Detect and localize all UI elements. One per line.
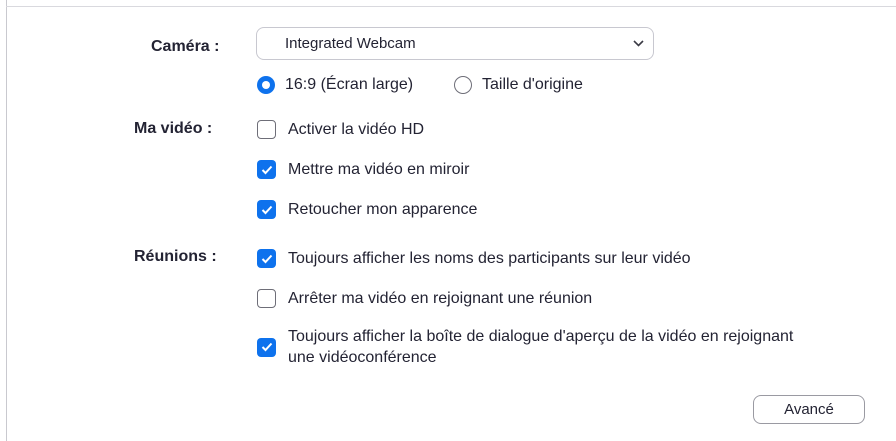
touch-up-checkbox[interactable] (257, 200, 276, 219)
preview-dialog-checkbox[interactable] (257, 337, 276, 357)
stop-video-on-join-label: Arrêter ma vidéo en rejoignant une réuni… (288, 289, 593, 307)
aspect-original-label: Taille d'origine (482, 76, 583, 93)
stop-video-on-join-option[interactable]: Arrêter ma vidéo en rejoignant une réuni… (257, 289, 592, 308)
hd-video-label: Activer la vidéo HD (288, 120, 425, 138)
camera-select-value: Integrated Webcam (285, 35, 416, 52)
show-names-checkbox[interactable] (257, 249, 276, 268)
window-left-border (6, 0, 7, 441)
radio-unselected-icon[interactable] (454, 76, 472, 94)
window-top-border (6, 6, 896, 7)
preview-dialog-label-line2: une vidéoconférence (288, 349, 437, 366)
mirror-video-option[interactable]: Mettre ma vidéo en miroir (257, 160, 469, 179)
chevron-down-icon (623, 40, 653, 47)
stop-video-on-join-checkbox[interactable] (257, 289, 276, 308)
mirror-video-label: Mettre ma vidéo en miroir (288, 160, 470, 178)
aspect-16-9-label: 16:9 (Écran large) (285, 76, 414, 93)
advanced-button[interactable]: Avancé (753, 395, 865, 424)
my-video-label: Ma vidéo : (134, 120, 213, 137)
radio-selected-icon[interactable] (257, 76, 275, 94)
camera-label: Caméra : (151, 38, 220, 55)
show-names-label: Toujours afficher les noms des participa… (288, 249, 691, 267)
preview-dialog-option[interactable]: Toujours afficher la boîte de dialogue d… (257, 326, 793, 368)
touch-up-label: Retoucher mon apparence (288, 200, 478, 218)
aspect-16-9-option[interactable]: 16:9 (Écran large) (257, 76, 413, 94)
show-names-option[interactable]: Toujours afficher les noms des participa… (257, 249, 691, 268)
preview-dialog-label-line1: Toujours afficher la boîte de dialogue d… (288, 328, 794, 345)
hd-video-checkbox[interactable] (257, 120, 276, 139)
mirror-video-checkbox[interactable] (257, 160, 276, 179)
hd-video-option[interactable]: Activer la vidéo HD (257, 120, 424, 139)
touch-up-option[interactable]: Retoucher mon apparence (257, 200, 477, 219)
aspect-original-option[interactable]: Taille d'origine (454, 76, 583, 94)
camera-select[interactable]: Integrated Webcam (256, 27, 654, 60)
preview-dialog-label: Toujours afficher la boîte de dialogue d… (288, 326, 793, 368)
meetings-label: Réunions : (134, 248, 217, 265)
